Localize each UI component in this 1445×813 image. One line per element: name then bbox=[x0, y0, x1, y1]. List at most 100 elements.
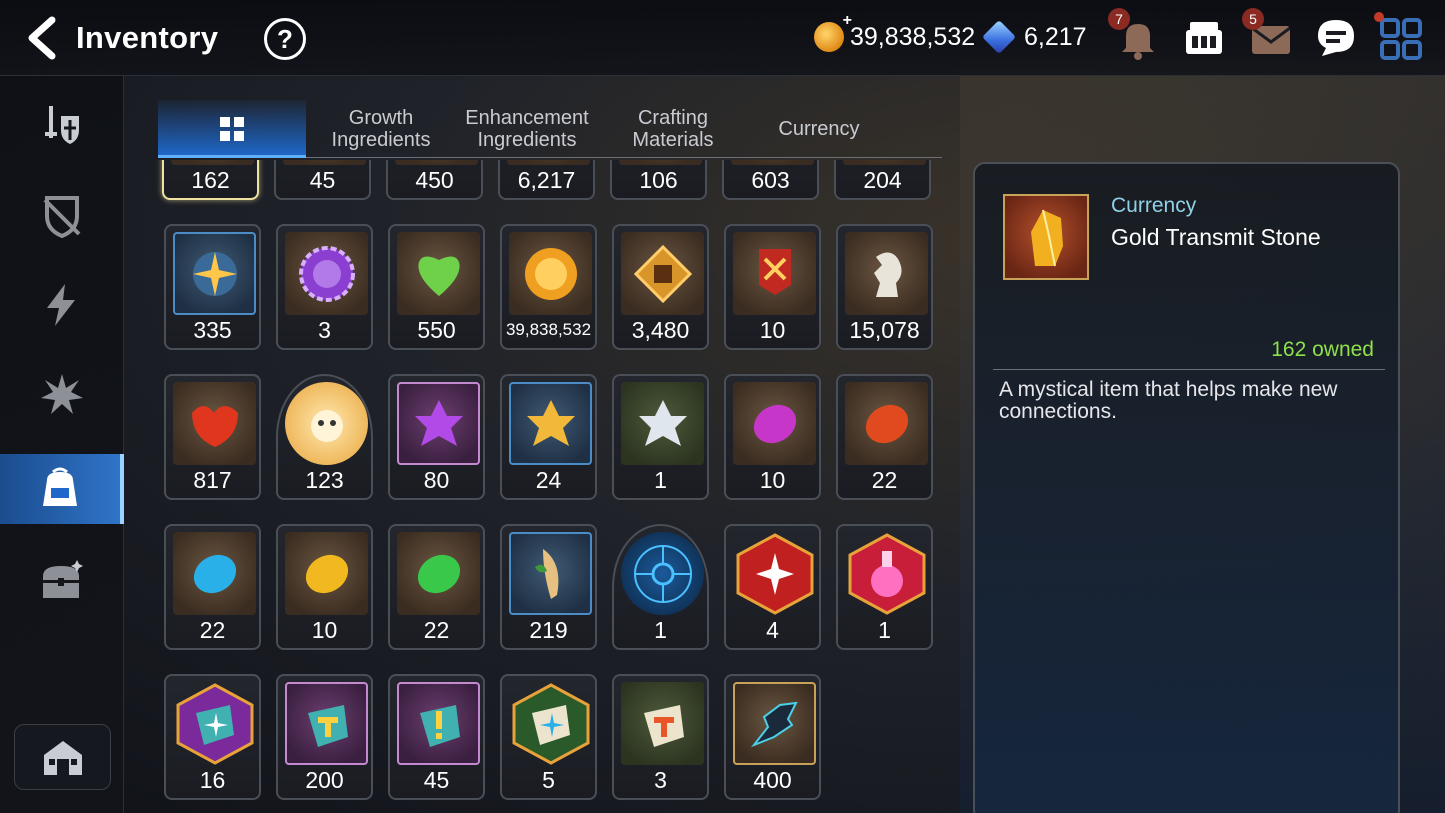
tab-enhancement-ingredients[interactable]: Enhancement Ingredients bbox=[456, 100, 598, 158]
tab-growth-ingredients[interactable]: Growth Ingredients bbox=[310, 100, 452, 158]
tab-crafting-materials[interactable]: Crafting Materials bbox=[602, 100, 744, 158]
inventory-item[interactable]: 1 bbox=[836, 524, 933, 650]
inventory-item[interactable]: 450 bbox=[386, 160, 483, 200]
gold-currency[interactable]: + 39,838,532 bbox=[814, 12, 976, 52]
inventory-item[interactable]: 22 bbox=[388, 524, 485, 650]
inventory-item[interactable]: 22 bbox=[164, 524, 261, 650]
crystal-icon bbox=[982, 20, 1016, 54]
crystal-currency[interactable]: 6,217 bbox=[982, 20, 1087, 54]
item-icon bbox=[397, 382, 480, 465]
inventory-item[interactable]: 106 bbox=[610, 160, 707, 200]
item-icon bbox=[619, 160, 702, 165]
item-count: 550 bbox=[417, 317, 456, 343]
grid-menu-icon[interactable] bbox=[1374, 12, 1426, 62]
inventory-item[interactable]: 123 bbox=[276, 374, 373, 500]
item-count: 1 bbox=[878, 617, 891, 643]
inventory-item[interactable]: 204 bbox=[834, 160, 931, 200]
grid-icon bbox=[220, 117, 244, 141]
item-icon bbox=[509, 382, 592, 465]
inventory-item[interactable]: 10 bbox=[724, 224, 821, 350]
tab-label: Growth Ingredients bbox=[331, 107, 431, 151]
inventory-item[interactable]: 10 bbox=[724, 374, 821, 500]
inventory-item[interactable]: 550 bbox=[388, 224, 485, 350]
item-count: 3 bbox=[318, 317, 331, 343]
inventory-item[interactable]: 45 bbox=[388, 674, 485, 800]
inventory-item[interactable]: 10 bbox=[276, 524, 373, 650]
backpack-icon bbox=[43, 467, 77, 506]
item-icon bbox=[173, 382, 256, 465]
inventory-item[interactable]: 603 bbox=[722, 160, 819, 200]
item-count: 10 bbox=[759, 467, 786, 493]
inventory-item[interactable]: 3,480 bbox=[612, 224, 709, 350]
item-count: 10 bbox=[311, 617, 338, 643]
item-count: 24 bbox=[535, 467, 562, 493]
sword-shield-icon bbox=[45, 106, 79, 144]
item-icon bbox=[843, 160, 926, 165]
item-count: 22 bbox=[871, 467, 898, 493]
inventory-item[interactable]: 6,217 bbox=[498, 160, 595, 200]
sidebar-item-artifacts[interactable] bbox=[0, 180, 124, 250]
item-count: 603 bbox=[751, 167, 790, 193]
inventory-item[interactable]: 3 bbox=[276, 224, 373, 350]
inventory-item[interactable]: 200 bbox=[276, 674, 373, 800]
inventory-item[interactable]: 1 bbox=[612, 374, 709, 500]
inventory-item[interactable]: 335 bbox=[164, 224, 261, 350]
inventory-item[interactable]: 3 bbox=[612, 674, 709, 800]
item-icon bbox=[173, 532, 256, 615]
sidebar-item-runes[interactable] bbox=[0, 360, 124, 430]
item-icon bbox=[733, 682, 816, 765]
sidebar bbox=[0, 76, 124, 813]
shop-icon[interactable] bbox=[1180, 14, 1228, 62]
inventory-item[interactable]: 400 bbox=[724, 674, 821, 800]
back-arrow-icon[interactable] bbox=[22, 16, 62, 60]
bell-icon[interactable]: 7 bbox=[1108, 8, 1162, 62]
item-count: 400 bbox=[753, 767, 792, 793]
item-icon bbox=[621, 682, 704, 765]
inventory-item[interactable]: 16 bbox=[164, 674, 261, 800]
item-count: 204 bbox=[863, 167, 902, 193]
inventory-item[interactable]: 5 bbox=[500, 674, 597, 800]
tab-label: Enhancement Ingredients bbox=[465, 107, 589, 151]
inventory-item[interactable]: 22 bbox=[836, 374, 933, 500]
detail-divider bbox=[993, 369, 1385, 370]
inventory-item[interactable]: 4 bbox=[724, 524, 821, 650]
inventory-item[interactable]: 1 bbox=[612, 524, 709, 650]
item-icon bbox=[395, 160, 478, 165]
chat-icon[interactable] bbox=[1312, 14, 1360, 62]
item-icon bbox=[509, 532, 592, 615]
crystal-amount: 6,217 bbox=[1024, 22, 1087, 51]
inventory-item[interactable]: 162 bbox=[162, 160, 259, 200]
inventory-item[interactable]: 24 bbox=[500, 374, 597, 500]
sidebar-item-storage[interactable] bbox=[0, 546, 124, 616]
item-count: 45 bbox=[309, 167, 336, 193]
item-count: 450 bbox=[415, 167, 454, 193]
inventory-item[interactable]: 45 bbox=[274, 160, 371, 200]
item-icon bbox=[283, 160, 366, 165]
item-count: 15,078 bbox=[849, 317, 920, 343]
tab-currency[interactable]: Currency bbox=[748, 100, 890, 158]
item-icon bbox=[621, 232, 704, 315]
inventory-item[interactable]: 39,838,532 bbox=[500, 224, 597, 350]
gold-amount: 39,838,532 bbox=[850, 22, 976, 51]
tab-all[interactable] bbox=[158, 100, 306, 158]
sidebar-bottom-button[interactable] bbox=[14, 724, 111, 790]
mail-badge: 5 bbox=[1242, 8, 1264, 30]
inventory-item[interactable]: 817 bbox=[164, 374, 261, 500]
item-detail-panel: Currency Gold Transmit Stone 162 owned A… bbox=[973, 162, 1400, 813]
mail-icon[interactable]: 5 bbox=[1242, 8, 1296, 62]
inventory-item[interactable]: 80 bbox=[388, 374, 485, 500]
item-icon bbox=[285, 532, 368, 615]
sidebar-item-items[interactable] bbox=[0, 454, 124, 524]
item-icon bbox=[397, 682, 480, 765]
gold-coin-icon: + bbox=[814, 12, 852, 52]
inventory-item[interactable]: 15,078 bbox=[836, 224, 933, 350]
item-category: Currency bbox=[1111, 194, 1197, 217]
item-icon bbox=[509, 232, 592, 315]
help-icon[interactable]: ? bbox=[264, 18, 306, 60]
item-count: 3 bbox=[654, 767, 667, 793]
inventory-item[interactable]: 219 bbox=[500, 524, 597, 650]
gold-transmit-stone-icon bbox=[1003, 194, 1089, 280]
broken-shield-icon bbox=[43, 196, 81, 238]
sidebar-item-equipment[interactable] bbox=[0, 90, 124, 160]
sidebar-item-catalysts[interactable] bbox=[0, 270, 124, 340]
